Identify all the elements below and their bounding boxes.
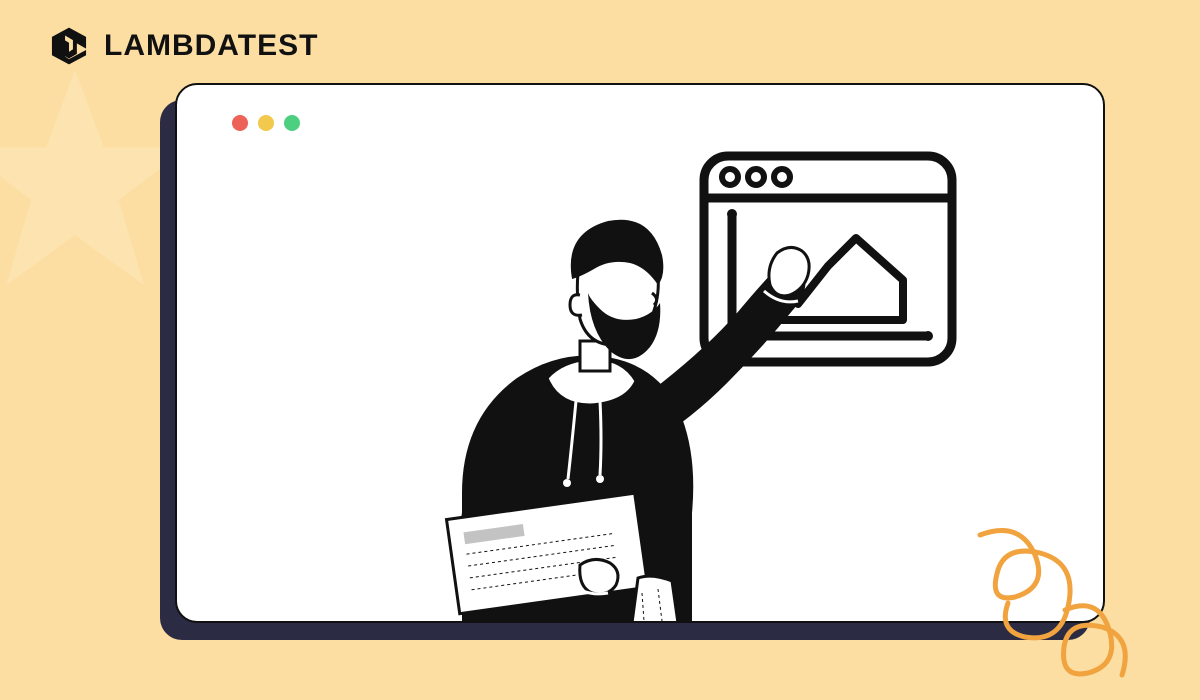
brand-logo: LAMBDATEST — [48, 25, 318, 67]
window-controls — [232, 115, 300, 131]
person-holding-folder-icon — [332, 183, 842, 623]
brand-name: LAMBDATEST — [104, 29, 318, 63]
squiggle-decoration-icon — [960, 515, 1145, 700]
minimize-icon — [258, 115, 274, 131]
maximize-icon — [284, 115, 300, 131]
lambdatest-logo-icon — [48, 25, 90, 67]
close-icon — [232, 115, 248, 131]
